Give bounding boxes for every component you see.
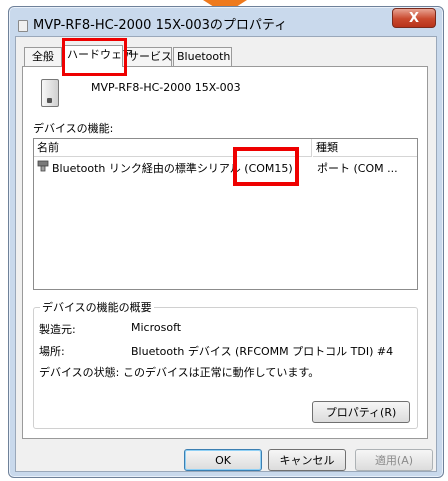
device-name: MVP-RF8-HC-2000 15X-003 <box>91 81 241 94</box>
functions-label: デバイスの機能: <box>33 122 114 135</box>
location-value: Bluetooth デバイス (RFCOMM プロトコル TDI) #4 <box>131 345 394 358</box>
status-value: このデバイスは正常に動作しています。 <box>123 366 320 379</box>
highlight-box-com-port <box>233 147 299 186</box>
bluetooth-serial-port-icon <box>37 160 49 172</box>
window-title: MVP-RF8-HC-2000 15X-003のプロパティ <box>33 18 288 33</box>
cancel-button[interactable]: キャンセル <box>268 449 346 471</box>
apply-button[interactable]: 適用(A) <box>355 449 433 471</box>
list-item-type: ポート (COM ... <box>317 162 398 175</box>
location-label: 場所: <box>39 345 65 358</box>
tab-bluetooth[interactable]: Bluetooth <box>173 47 232 66</box>
close-button[interactable]: X <box>392 8 436 28</box>
manufacturer-label: 製造元: <box>39 323 76 336</box>
properties-button[interactable]: プロパティ(R) <box>312 401 410 423</box>
status-label: デバイスの状態: <box>39 366 120 379</box>
manufacturer-value: Microsoft <box>131 321 182 334</box>
tab-general[interactable]: 全般 <box>24 47 62 66</box>
summary-title: デバイスの機能の概要 <box>40 299 154 315</box>
ok-button[interactable]: OK <box>184 449 262 471</box>
column-header-type[interactable]: 種類 <box>313 139 417 157</box>
device-title-icon <box>18 20 28 32</box>
highlight-box-tab <box>62 38 127 76</box>
device-icon-detail <box>47 98 52 103</box>
